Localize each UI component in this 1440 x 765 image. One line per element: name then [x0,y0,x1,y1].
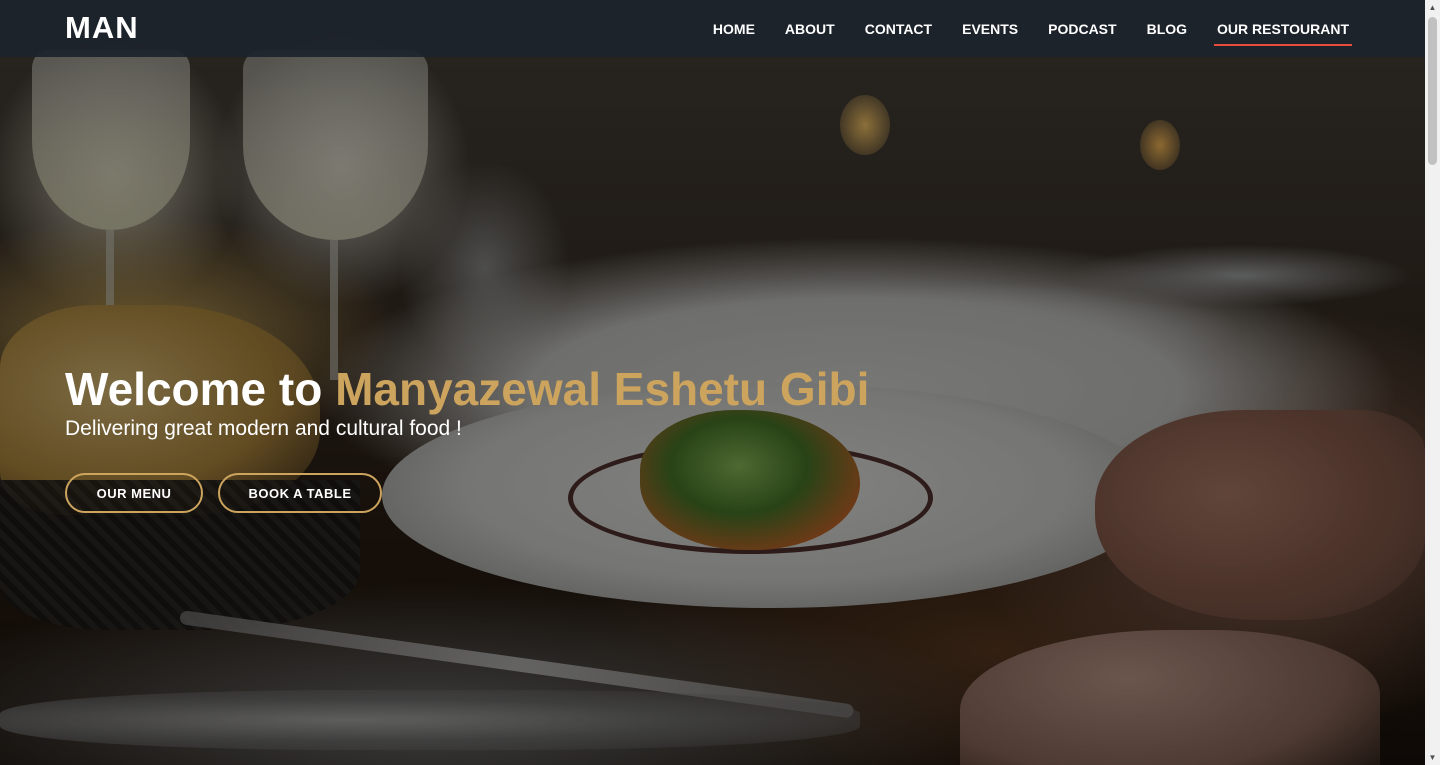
nav-home[interactable]: HOME [713,12,755,46]
nav-about[interactable]: ABOUT [785,12,835,46]
our-menu-button[interactable]: OUR MENU [65,473,203,513]
hero-title: Welcome to Manyazewal Eshetu Gibi [65,362,869,416]
triangle-up-icon[interactable]: ▲ [1425,0,1440,15]
scrollbar-thumb[interactable] [1428,17,1437,165]
hero-title-accent: Manyazewal Eshetu Gibi [335,363,870,415]
triangle-down-icon[interactable]: ▼ [1425,750,1440,765]
nav-our-restaurant[interactable]: OUR RESTOURANT [1214,12,1352,46]
page-scrollbar[interactable]: ▲ ▼ [1425,0,1440,765]
main-nav: HOME ABOUT CONTACT EVENTS PODCAST BLOG O… [683,0,1352,57]
book-table-button[interactable]: BOOK A TABLE [218,473,382,513]
nav-blog[interactable]: BLOG [1147,12,1187,46]
nav-podcast[interactable]: PODCAST [1048,12,1116,46]
site-header: MAN HOME ABOUT CONTACT EVENTS PODCAST BL… [0,0,1425,57]
site-logo[interactable]: MAN [65,10,139,46]
nav-contact[interactable]: CONTACT [865,12,932,46]
nav-events[interactable]: EVENTS [962,12,1018,46]
hero-subtitle: Delivering great modern and cultural foo… [65,417,462,440]
hero-title-prefix: Welcome to [65,363,336,415]
